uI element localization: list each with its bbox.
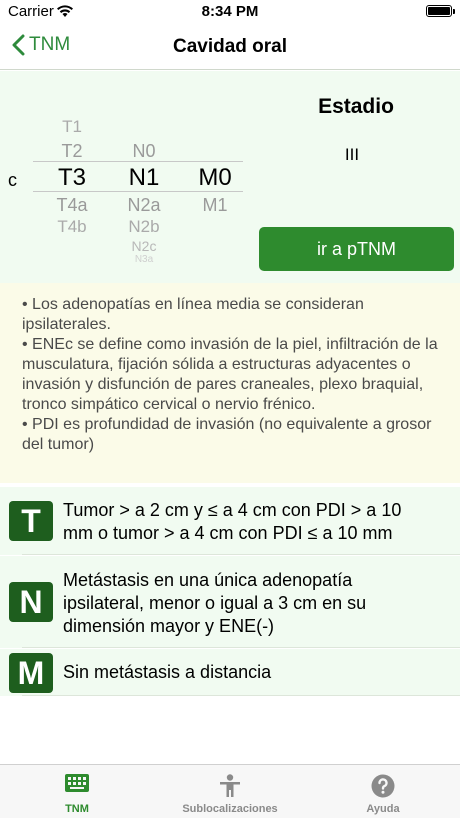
picker-option[interactable]: N3a xyxy=(109,254,179,265)
question-icon xyxy=(371,774,395,803)
picker-selected-option[interactable]: N1 xyxy=(109,164,179,192)
tnm-row-t: T Tumor > a 2 cm y ≤ a 4 cm con PDI > a … xyxy=(0,487,460,555)
tab-label: TNM xyxy=(65,803,89,815)
n-badge: N xyxy=(9,582,53,622)
navigation-bar: TNM Cavidad oral xyxy=(0,24,460,70)
tnm-row-n: N Metástasis en una única adenopatía ips… xyxy=(0,556,460,648)
t-badge: T xyxy=(9,501,53,541)
clock: 8:34 PM xyxy=(201,3,259,20)
person-icon xyxy=(219,774,241,803)
note-text: • ENEc se define como invasión de la pie… xyxy=(22,336,438,413)
notes-panel: • Los adenopatías en línea media se cons… xyxy=(0,283,460,483)
picker-option[interactable]: T4b xyxy=(37,217,107,237)
row-divider xyxy=(22,695,460,696)
m-badge: M xyxy=(9,653,53,693)
picker-option[interactable]: T1 xyxy=(37,117,107,137)
picker-option[interactable]: M1 xyxy=(180,195,250,216)
tab-tnm[interactable]: TNM xyxy=(0,765,154,818)
row-divider xyxy=(22,554,460,555)
tnm-selector: c T1 T2 T3 T4a T4b N0 N1 N2a N2b N2c N3a… xyxy=(0,71,460,283)
picker-option[interactable]: T4a xyxy=(37,195,107,216)
picker-option[interactable]: N2a xyxy=(109,195,179,216)
stage-heading: Estadio xyxy=(318,95,394,118)
m-description: Sin metástasis a distancia xyxy=(63,662,272,682)
keyboard-icon xyxy=(65,774,89,797)
note-text: • PDI es profundidad de invasión (no equ… xyxy=(22,416,432,453)
n-description: Metástasis en una única adenopatía ipsil… xyxy=(63,570,367,636)
picker-option[interactable]: N0 xyxy=(109,141,179,162)
tab-label: Ayuda xyxy=(366,803,400,815)
tab-label: Sublocalizaciones xyxy=(182,803,278,815)
picker-option[interactable]: N2b xyxy=(109,217,179,237)
t-description: Tumor > a 2 cm y ≤ a 4 cm con PDI > a 10… xyxy=(63,500,402,543)
row-divider xyxy=(22,647,460,648)
picker-option[interactable]: N2c xyxy=(109,238,179,254)
picker-selected-option[interactable]: M0 xyxy=(180,164,250,192)
note-text: • Los adenopatías en línea media se cons… xyxy=(22,296,364,333)
battery-icon xyxy=(426,5,455,17)
tnm-row-m: M Sin metástasis a distancia xyxy=(0,649,460,696)
classification-prefix: c xyxy=(8,170,17,190)
stage-value: III xyxy=(344,145,360,164)
tab-ayuda[interactable]: Ayuda xyxy=(306,765,460,818)
page-title: Cavidad oral xyxy=(172,36,288,57)
picker-selected-option[interactable]: T3 xyxy=(37,164,107,192)
tab-bar: TNM Sublocalizaciones Ayuda xyxy=(0,764,460,818)
picker-option[interactable]: T2 xyxy=(37,141,107,162)
tab-sublocalizaciones[interactable]: Sublocalizaciones xyxy=(153,765,307,818)
status-bar: Carrier 8:34 PM xyxy=(0,0,460,24)
go-ptnm-button[interactable]: ir a pTNM xyxy=(259,227,454,271)
